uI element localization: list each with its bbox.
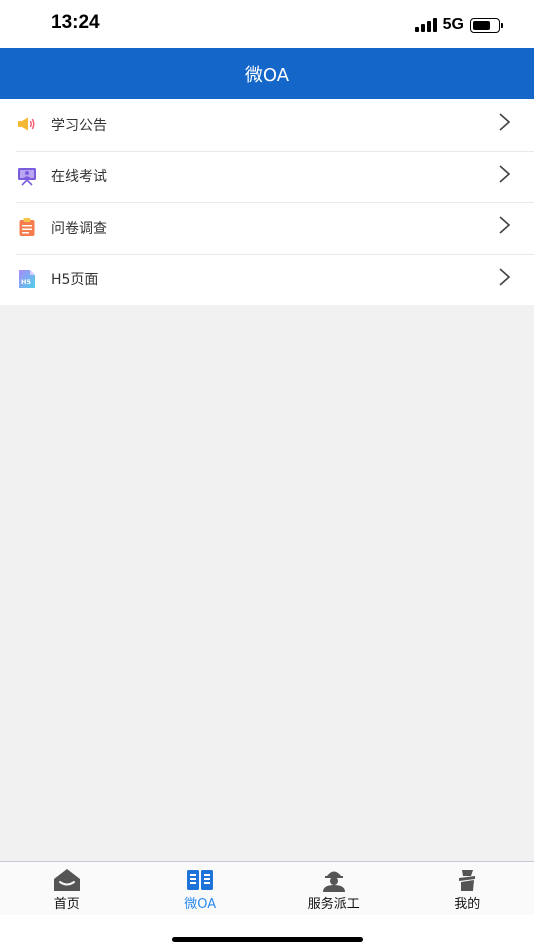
tab-label: 服务派工	[307, 897, 360, 912]
tab-label: 微OA	[184, 897, 217, 912]
chevron-right-icon	[499, 164, 511, 183]
menu-list: 学习公告 在线考试 问卷调查 H5 H5页面	[0, 99, 534, 305]
battery-fill	[473, 20, 490, 30]
home-icon	[53, 869, 80, 891]
signal-icon	[414, 18, 437, 32]
menu-item-label: 学习公告	[51, 117, 107, 134]
megaphone-icon	[18, 117, 35, 131]
tab-label: 我的	[454, 897, 481, 912]
exam-monitor-icon	[18, 167, 36, 186]
tab-service-dispatch[interactable]: 服务派工	[267, 862, 401, 915]
menu-item-label: H5页面	[51, 272, 99, 289]
tab-home[interactable]: 首页	[0, 862, 134, 915]
nav-bar: 微OA	[0, 48, 534, 99]
profile-icon	[459, 870, 476, 891]
menu-item-label: 在线考试	[51, 169, 107, 186]
chevron-right-icon	[499, 113, 511, 131]
menu-item-online-exam[interactable]: 在线考试	[0, 150, 534, 203]
page-title: 微OA	[244, 64, 290, 86]
tab-micro-oa[interactable]: 微OA	[134, 862, 268, 915]
menu-item-label: 问卷调查	[51, 220, 107, 237]
status-bar: 13:24 5G	[0, 0, 534, 48]
chevron-right-icon	[499, 216, 511, 234]
network-label: 5G	[442, 16, 464, 33]
chevron-right-icon	[499, 267, 511, 286]
status-time: 13:24	[51, 12, 100, 33]
menu-item-questionnaire[interactable]: 问卷调查	[0, 202, 534, 254]
tab-label: 首页	[53, 897, 80, 912]
h5-icon-text: H5	[21, 278, 31, 286]
questionnaire-clipboard-icon	[19, 218, 35, 236]
tab-mine[interactable]: 我的	[401, 862, 534, 915]
home-indicator-area	[0, 915, 534, 950]
oa-book-icon	[187, 870, 214, 890]
worker-icon	[322, 871, 345, 892]
battery-icon	[470, 17, 503, 33]
tab-bar: 首页 微OA 服务派工 我的	[0, 861, 534, 915]
h5-file-icon: H5	[19, 269, 35, 288]
menu-item-announcement[interactable]: 学习公告	[0, 99, 534, 151]
status-indicators: 5G	[414, 15, 503, 35]
home-indicator[interactable]	[172, 937, 363, 942]
menu-item-h5-page[interactable]: H5 H5页面	[0, 253, 534, 306]
